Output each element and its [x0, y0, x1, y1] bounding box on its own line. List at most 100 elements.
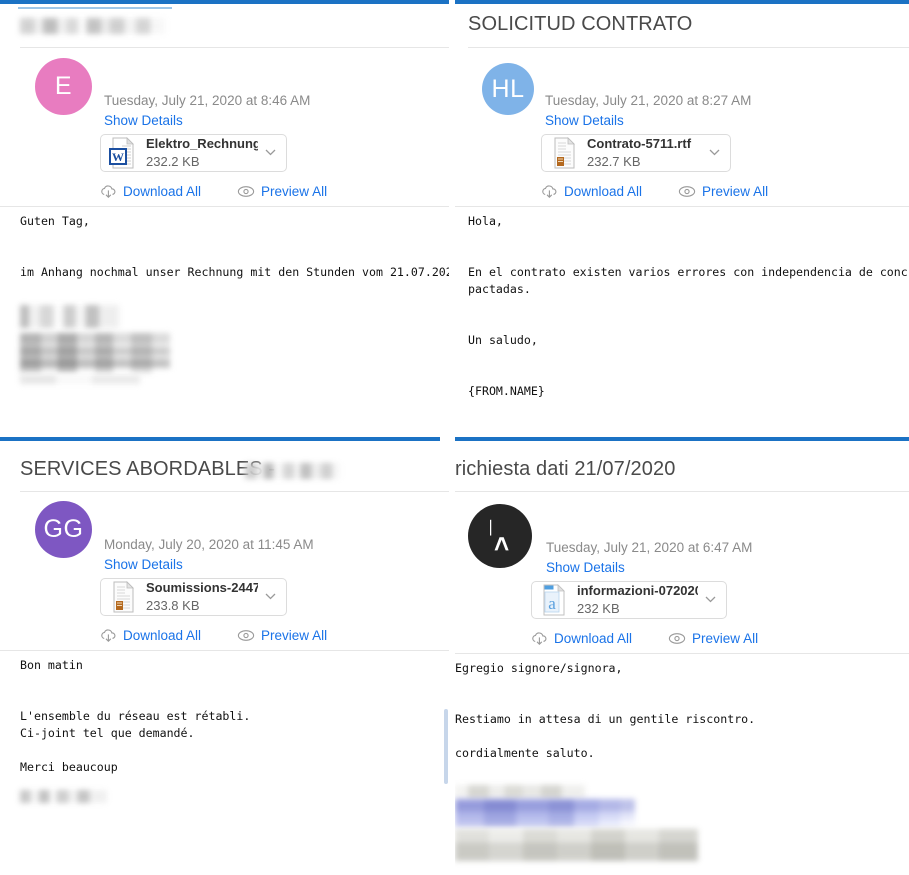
email-panel-grid: E Tuesday, July 21, 2020 at 8:46 AM Show…: [0, 0, 909, 875]
attachment-actions: Download All Preview All: [541, 184, 768, 199]
vertical-scrollbar[interactable]: [444, 709, 448, 784]
avatar[interactable]: GG: [35, 501, 92, 558]
header-divider: [20, 47, 449, 48]
body-divider: [455, 653, 909, 654]
preview-all-button[interactable]: Preview All: [678, 184, 768, 199]
download-cloud-icon: [532, 632, 547, 645]
body-divider: [0, 206, 449, 207]
attachment-chip[interactable]: Contrato-5711.rtf 232.7 KB: [541, 134, 731, 172]
eye-icon: [237, 630, 255, 641]
message-body: Bon matin L'ensemble du réseau est rétab…: [20, 658, 251, 774]
preview-all-button[interactable]: Preview All: [237, 628, 327, 643]
accent-bar: [0, 0, 449, 4]
chevron-down-icon[interactable]: [702, 594, 718, 606]
signature-redacted-3: [455, 829, 698, 861]
body-divider: [455, 206, 909, 207]
preview-all-button[interactable]: Preview All: [668, 631, 758, 646]
attachment-actions: Download All Preview All: [531, 631, 758, 646]
avatar-initials: E: [54, 72, 73, 100]
chevron-down-icon[interactable]: [262, 591, 278, 603]
email-panel-top-left: E Tuesday, July 21, 2020 at 8:46 AM Show…: [0, 0, 449, 432]
attachment-meta: informazioni-072020... 232 KB: [577, 582, 698, 618]
download-all-button[interactable]: Download All: [100, 184, 201, 199]
chevron-down-icon[interactable]: [262, 147, 278, 159]
attachment-size: 233.8 KB: [146, 598, 200, 613]
avatar[interactable]: E: [35, 58, 92, 115]
rtf-doc-icon: [109, 581, 137, 613]
download-all-label: Download All: [564, 184, 643, 199]
attachment-size: 232.7 KB: [587, 154, 641, 169]
show-details-link[interactable]: Show Details: [545, 113, 624, 128]
download-all-label: Download All: [123, 184, 202, 199]
acrobat-doc-icon: a: [540, 584, 568, 616]
signature-redacted-2: [455, 799, 635, 827]
signature-redacted-2: [20, 333, 170, 373]
attachment-name: Soumissions-24476.rtf: [146, 580, 258, 595]
chevron-down-icon[interactable]: [706, 147, 722, 159]
download-cloud-icon: [542, 185, 557, 198]
word-doc-icon: W: [109, 137, 137, 169]
show-details-link[interactable]: Show Details: [104, 557, 183, 572]
download-all-label: Download All: [123, 628, 202, 643]
avatar[interactable]: _<: [468, 504, 532, 568]
message-timestamp: Tuesday, July 21, 2020 at 8:27 AM: [545, 93, 752, 108]
preview-all-button[interactable]: Preview All: [237, 184, 327, 199]
download-all-label: Download All: [554, 631, 633, 646]
signature-redacted-3: [20, 375, 140, 384]
email-panel-top-right: SOLICITUD CONTRATO HL Tuesday, July 21, …: [455, 0, 909, 432]
show-details-link[interactable]: Show Details: [546, 560, 625, 575]
avatar[interactable]: HL: [482, 63, 534, 115]
subject-line: SOLICITUD CONTRATO: [468, 13, 693, 35]
accent-bar-secondary: [18, 7, 172, 9]
attachment-actions: Download All Preview All: [100, 628, 327, 643]
download-all-button[interactable]: Download All: [531, 631, 632, 646]
message-body: Hola, En el contrato existen varios erro…: [468, 214, 909, 398]
attachment-name: Elektro_Rechnung_2...: [146, 136, 258, 151]
attachment-chip[interactable]: Soumissions-24476.rtf 233.8 KB: [100, 578, 287, 616]
attachment-actions: Download All Preview All: [100, 184, 327, 199]
message-body: Guten Tag, im Anhang nochmal unser Rechn…: [20, 214, 449, 279]
message-timestamp: Monday, July 20, 2020 at 11:45 AM: [104, 537, 314, 552]
avatar-initials: _<: [485, 519, 515, 553]
message-timestamp: Tuesday, July 21, 2020 at 6:47 AM: [546, 540, 753, 555]
attachment-chip[interactable]: W Elektro_Rechnung_2... 232.2 KB: [100, 134, 287, 172]
attachment-size: 232 KB: [577, 601, 620, 616]
attachment-meta: Elektro_Rechnung_2... 232.2 KB: [146, 135, 258, 171]
subject-line: SERVICES ABORDABLES -: [20, 458, 276, 480]
avatar-initials: HL: [491, 74, 525, 103]
subject-redacted: [20, 18, 165, 34]
show-details-link[interactable]: Show Details: [104, 113, 183, 128]
subject-redacted: [245, 463, 340, 479]
svg-text:W: W: [112, 150, 124, 164]
preview-all-label: Preview All: [261, 628, 328, 643]
header-divider: [468, 47, 909, 48]
download-cloud-icon: [101, 629, 116, 642]
svg-text:a: a: [548, 594, 556, 613]
attachment-chip[interactable]: a informazioni-072020... 232 KB: [531, 581, 727, 619]
download-cloud-icon: [101, 185, 116, 198]
download-all-button[interactable]: Download All: [100, 628, 201, 643]
preview-all-label: Preview All: [702, 184, 769, 199]
message-timestamp: Tuesday, July 21, 2020 at 8:46 AM: [104, 93, 311, 108]
message-body: Egregio signore/signora, Restiamo in att…: [455, 661, 756, 760]
attachment-name: Contrato-5711.rtf: [587, 136, 692, 151]
email-panel-bottom-right: richiesta dati 21/07/2020 _< Tuesday, Ju…: [455, 437, 909, 875]
subject-line: richiesta dati 21/07/2020: [455, 458, 676, 480]
email-panel-bottom-left: SERVICES ABORDABLES - GG Monday, July 20…: [0, 437, 449, 875]
signature-redacted-1: [455, 785, 585, 799]
header-divider: [455, 491, 909, 492]
accent-bar: [455, 437, 909, 441]
header-divider: [20, 491, 449, 492]
avatar-initials: GG: [43, 515, 84, 543]
preview-all-label: Preview All: [261, 184, 328, 199]
download-all-button[interactable]: Download All: [541, 184, 642, 199]
attachment-meta: Contrato-5711.rtf 232.7 KB: [587, 135, 702, 171]
accent-bar: [455, 0, 909, 4]
attachment-name: informazioni-072020...: [577, 583, 698, 598]
signature-redacted-1: [20, 790, 107, 803]
eye-icon: [237, 186, 255, 197]
body-divider: [0, 650, 449, 651]
attachment-meta: Soumissions-24476.rtf 233.8 KB: [146, 579, 258, 615]
signature-redacted-1: [20, 305, 119, 328]
accent-bar: [0, 437, 440, 441]
